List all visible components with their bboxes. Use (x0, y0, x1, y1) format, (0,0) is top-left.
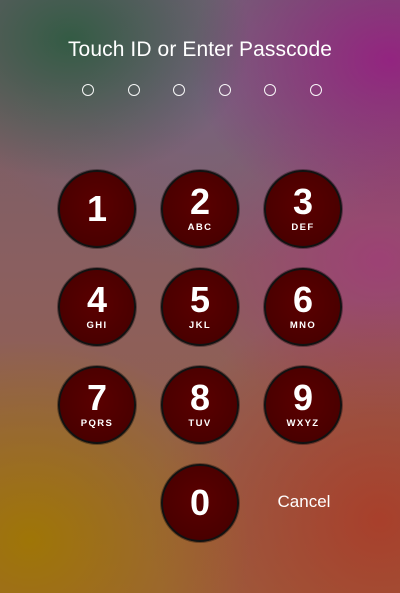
key-digit: 6 (292, 279, 314, 320)
passcode-dot (173, 84, 186, 96)
key-5[interactable]: 5 JKL (161, 268, 239, 346)
key-letters: GHI (86, 320, 108, 331)
key-letters: DEF (291, 222, 315, 233)
passcode-dots (82, 82, 322, 98)
key-digit: 3 (292, 181, 314, 222)
passcode-dot (309, 84, 322, 96)
key-digit: 7 (86, 377, 108, 418)
key-digit: 4 (86, 279, 108, 320)
key-letters: ABC (187, 222, 213, 233)
key-digit: 0 (189, 482, 211, 523)
passcode-dot (218, 84, 231, 96)
key-8[interactable]: 8 TUV (161, 366, 239, 444)
key-digit: 2 (189, 181, 211, 222)
key-0[interactable]: 0 (161, 464, 239, 542)
key-letters: WXYZ (286, 418, 320, 429)
passcode-dot (82, 84, 94, 96)
key-letters: TUV (188, 418, 212, 429)
key-3[interactable]: 3 DEF (264, 170, 342, 248)
cancel-button[interactable]: Cancel (268, 492, 340, 512)
key-digit: 1 (86, 188, 108, 229)
key-4[interactable]: 4 GHI (58, 268, 136, 346)
key-9[interactable]: 9 WXYZ (264, 366, 342, 444)
passcode-dot (127, 84, 140, 96)
key-digit: 5 (189, 279, 211, 320)
key-6[interactable]: 6 MNO (264, 268, 342, 346)
key-letters: MNO (289, 320, 317, 331)
key-1[interactable]: 1 (58, 170, 136, 248)
passcode-dot (264, 84, 277, 96)
key-digit: 8 (189, 377, 211, 418)
key-letters: JKL (188, 320, 212, 331)
key-digit: 9 (292, 377, 314, 418)
passcode-prompt-title: Touch ID or Enter Passcode (67, 38, 333, 61)
key-letters: PQRS (80, 418, 114, 429)
key-7[interactable]: 7 PQRS (58, 366, 136, 444)
key-2[interactable]: 2 ABC (161, 170, 239, 248)
